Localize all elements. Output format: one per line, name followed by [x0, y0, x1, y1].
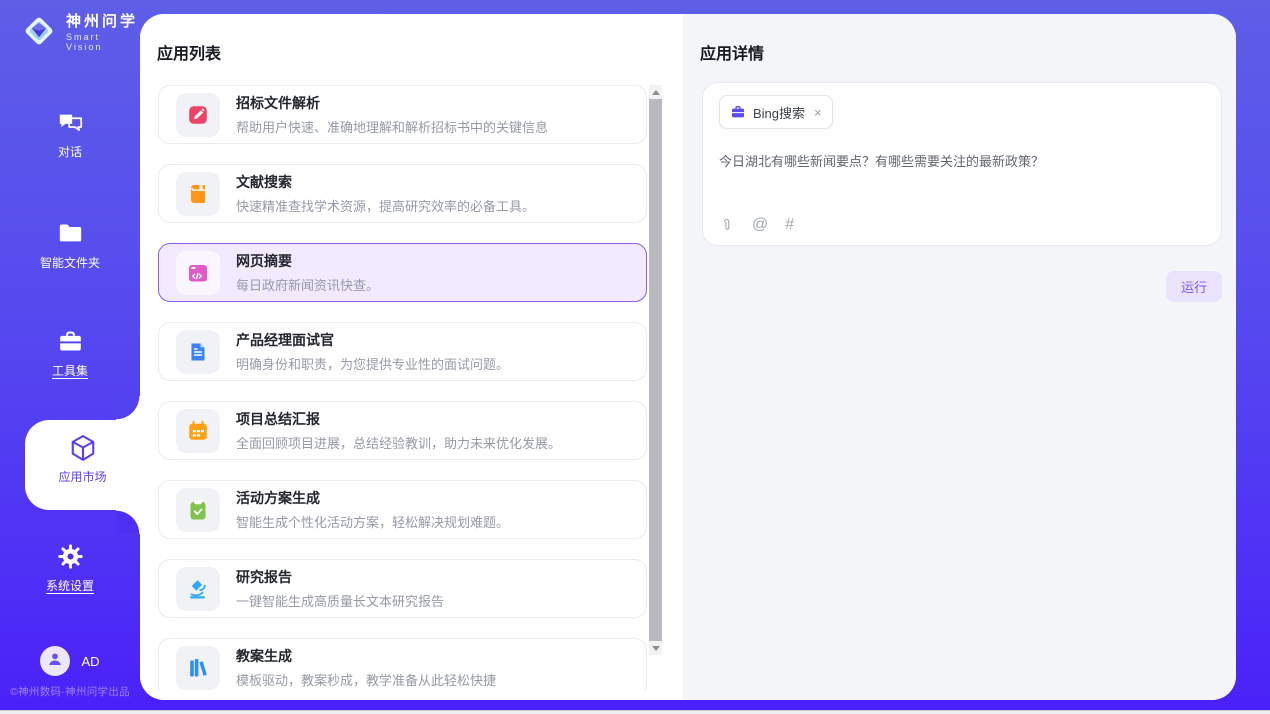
gear-icon [0, 543, 140, 571]
copyright: ©神州数码·神州问学出品 [0, 684, 140, 699]
user-name: AD [81, 654, 99, 669]
scrollbar-thumb[interactable] [649, 99, 662, 641]
tool-chip-label: Bing搜索 [753, 103, 805, 122]
app-card-7[interactable]: 研究报告一键智能生成高质量长文本研究报告 [158, 559, 647, 618]
scrollbar-down-icon[interactable] [649, 641, 662, 655]
app-card-4[interactable]: 产品经理面试官明确身份和职责，为您提供专业性的面试问题。 [158, 322, 647, 381]
sidebar-item-3[interactable]: 工具集 [0, 328, 140, 380]
sidebar-item-app-market[interactable]: 应用市场 [25, 420, 140, 510]
scrollbar-up-icon[interactable] [649, 85, 662, 99]
books-icon [176, 646, 220, 690]
sidebar-item-2[interactable]: 智能文件夹 [0, 220, 140, 272]
app-list-panel: 应用列表 招标文件解析帮助用户快速、准确地理解和解析招标书中的关键信息文献搜索快… [140, 14, 683, 700]
bubble-notch-top [116, 396, 140, 420]
avatar[interactable] [40, 646, 70, 676]
logo-subtitle: Smart Vision [66, 33, 140, 53]
app-detail-title: 应用详情 [700, 40, 764, 64]
microscope-icon [176, 567, 220, 611]
run-row: 运行 [1166, 271, 1222, 302]
hash-icon[interactable]: # [785, 217, 794, 233]
app-list: 招标文件解析帮助用户快速、准确地理解和解析招标书中的关键信息文献搜索快速精准查找… [158, 85, 647, 690]
tool-chip-bing-search[interactable]: Bing搜索 × [719, 95, 833, 129]
prompt-query-text: 今日湖北有哪些新闻要点？有哪些需要关注的最新政策？ [719, 152, 1205, 172]
attach-toolbar: @ # [719, 217, 794, 233]
sidebar-item-1[interactable]: 对话 [0, 109, 140, 161]
app-card-6[interactable]: 活动方案生成智能生成个性化活动方案，轻松解决规划难题。 [158, 480, 647, 539]
sidebar: 神州问学 Smart Vision 对话智能文件夹工具集系统设置 应用市场 AD… [0, 0, 140, 714]
app-list-title: 应用列表 [157, 40, 221, 64]
folder-icon [0, 220, 140, 248]
edit-doc-icon [176, 93, 220, 137]
prompt-input-card[interactable]: Bing搜索 × 今日湖北有哪些新闻要点？有哪些需要关注的最新政策？ @ # [702, 82, 1222, 246]
book-icon [176, 172, 220, 216]
app-card-1[interactable]: 招标文件解析帮助用户快速、准确地理解和解析招标书中的关键信息 [158, 85, 647, 144]
webpage-icon [176, 251, 220, 295]
app-list-scrollbar[interactable] [649, 85, 662, 655]
briefcase-icon [730, 104, 746, 120]
chat-icon [0, 109, 140, 137]
person-icon [46, 650, 64, 673]
bubble-notch-bottom [116, 510, 140, 534]
paperclip-icon[interactable] [719, 217, 735, 233]
app-card-8[interactable]: 教案生成模板驱动，教案秒成，教学准备从此轻松快捷 [158, 638, 647, 690]
app-card-3[interactable]: 网页摘要每日政府新闻资讯快查。 [158, 243, 647, 302]
logo-diamond-icon [20, 12, 58, 55]
app-logo: 神州问学 Smart Vision [20, 12, 140, 55]
run-button[interactable]: 运行 [1166, 271, 1222, 302]
calendar-icon [176, 409, 220, 453]
at-mention-icon[interactable]: @ [752, 217, 768, 233]
user-row: AD [0, 646, 140, 676]
main-content: 应用列表 招标文件解析帮助用户快速、准确地理解和解析招标书中的关键信息文献搜索快… [140, 14, 1236, 700]
bottom-strip [0, 710, 1270, 714]
logo-title: 神州问学 [66, 14, 140, 31]
clipboard-check-icon [176, 488, 220, 532]
resume-icon [176, 330, 220, 374]
app-card-2[interactable]: 文献搜索快速精准查找学术资源，提高研究效率的必备工具。 [158, 164, 647, 223]
app-detail-panel: 应用详情 Bing搜索 × 今日湖北有哪些新闻要点？有哪些需要关注的最新政策？ … [683, 14, 1236, 700]
cube-icon [25, 433, 140, 465]
toolbox-icon [0, 328, 140, 356]
close-icon[interactable]: × [814, 105, 822, 120]
sidebar-item-5[interactable]: 系统设置 [0, 543, 140, 595]
sidebar-item-label: 应用市场 [58, 468, 106, 485]
app-card-5[interactable]: 项目总结汇报全面回顾项目进展，总结经验教训，助力未来优化发展。 [158, 401, 647, 460]
